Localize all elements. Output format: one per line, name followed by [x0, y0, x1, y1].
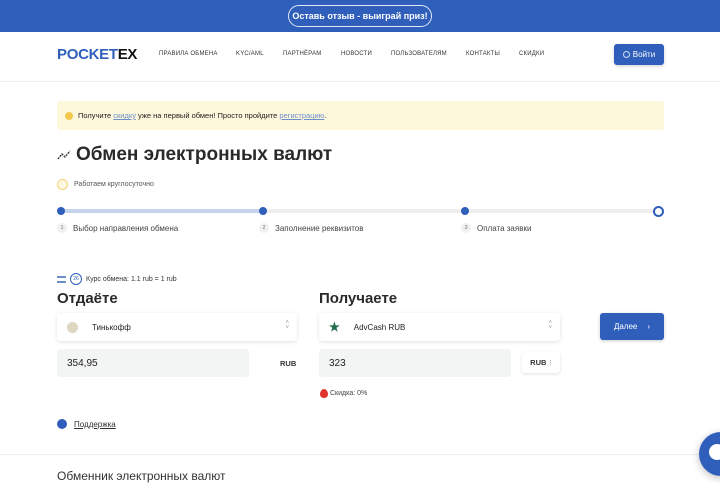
step-number: 2: [259, 223, 269, 233]
title-text: Обмен электронных валют: [76, 144, 333, 165]
login-label: Войти: [632, 50, 656, 59]
chevron-right-icon: ›: [647, 322, 651, 331]
nav-contacts[interactable]: КОНТАКТЫ: [466, 51, 500, 57]
nav-users[interactable]: ПОЛЬЗОВАТЕЛЯМ: [391, 51, 447, 57]
step-number: 3: [461, 223, 471, 233]
page-title: Обмен электронных валют: [57, 144, 332, 166]
step-number: 1: [57, 223, 67, 233]
telegram-icon: [57, 419, 67, 429]
rate-text: Курс обмена: 1.1 rub = 1 rub: [86, 275, 177, 283]
logo[interactable]: POCKETEX: [57, 46, 137, 63]
step-label: Оплата заявки: [477, 223, 532, 233]
logo-part: EX: [117, 46, 138, 63]
next-label: Далее: [613, 322, 638, 331]
get-currency-select[interactable]: ★ AdvCash RUB ˄ ˅: [319, 313, 560, 341]
step-3: 3 Оплата заявки: [461, 223, 531, 233]
sort-icon: ˄ ˅: [548, 320, 552, 331]
get-heading: Получаете: [319, 290, 398, 307]
step-1: 1 Выбор направления обмена: [57, 223, 178, 233]
progress-dot: [259, 207, 267, 215]
info-icon: [65, 111, 73, 120]
review-button[interactable]: Оставь отзыв - выиграй приз!: [288, 5, 432, 27]
nav-discounts[interactable]: СКИДКИ: [519, 51, 544, 57]
alert-text: Получите скидку уже на первый обмен! Про…: [78, 111, 326, 120]
sort-icon: ⁝: [549, 358, 552, 367]
rate-icon: [57, 275, 66, 283]
divider: [0, 454, 720, 455]
registration-link[interactable]: регистрацию: [279, 111, 324, 120]
advcash-icon: ★: [329, 320, 340, 334]
progress-dot-end: [653, 205, 664, 217]
login-button[interactable]: Войти: [614, 44, 664, 65]
hours-info: Работаем круглосуточно: [57, 179, 154, 190]
get-amount-input[interactable]: 323: [319, 349, 511, 377]
alert-text-part: уже на первый обмен! Просто пройдите: [135, 111, 280, 120]
logo-part: POCKET: [57, 46, 118, 63]
support-link[interactable]: Поддержка: [57, 419, 116, 429]
get-unit-select[interactable]: RUB ⁝: [522, 352, 560, 373]
get-currency: AdvCash RUB: [353, 322, 406, 332]
nav-partners[interactable]: ПАРТНЁРАМ: [283, 51, 321, 57]
progress-fill: [61, 209, 263, 213]
discount-info: Скидка: 0%: [320, 389, 367, 398]
progress-dot: [57, 207, 65, 215]
alert-text-part: Получите: [78, 111, 114, 120]
trend-icon: [57, 150, 71, 160]
nav-rules[interactable]: ПРАВИЛА ОБМЕНА: [159, 51, 218, 57]
hours-text: Работаем круглосуточно: [74, 181, 154, 188]
discount-alert: Получите скидку уже на первый обмен! Про…: [57, 101, 664, 130]
discount-link[interactable]: скидку: [113, 111, 136, 120]
nav-news[interactable]: НОВОСТИ: [341, 51, 372, 57]
step-2: 2 Заполнение реквизитов: [259, 223, 364, 233]
section-title: Обменник электронных валют: [57, 469, 226, 483]
support-label: Поддержка: [74, 419, 116, 429]
give-heading: Отдаёте: [57, 290, 118, 307]
step-label: Выбор направления обмена: [73, 223, 179, 233]
give-currency-select[interactable]: Тинькофф ˄ ˅: [57, 313, 297, 341]
next-button[interactable]: Далее ›: [600, 313, 664, 340]
progress-dot: [461, 207, 469, 215]
sort-icon: ˄ ˅: [285, 320, 289, 331]
clock-icon: [57, 179, 68, 190]
give-unit: RUB: [280, 359, 297, 368]
exchange-rate: 26 Курс обмена: 1.1 rub = 1 rub: [57, 273, 177, 285]
tinkoff-icon: [67, 321, 78, 333]
give-currency: Тинькофф: [92, 322, 131, 332]
user-icon: [622, 51, 630, 58]
chat-widget-button[interactable]: [699, 432, 720, 476]
alert-text-part: .: [324, 111, 327, 120]
rate-timer: 26: [70, 273, 82, 285]
fire-icon: [320, 389, 328, 398]
give-amount-input[interactable]: 354,95: [57, 349, 249, 377]
nav-kyc[interactable]: KYC/AML: [236, 51, 264, 57]
discount-text: Скидка: 0%: [330, 390, 368, 397]
get-unit: RUB: [530, 358, 547, 367]
step-label: Заполнение реквизитов: [275, 223, 364, 233]
